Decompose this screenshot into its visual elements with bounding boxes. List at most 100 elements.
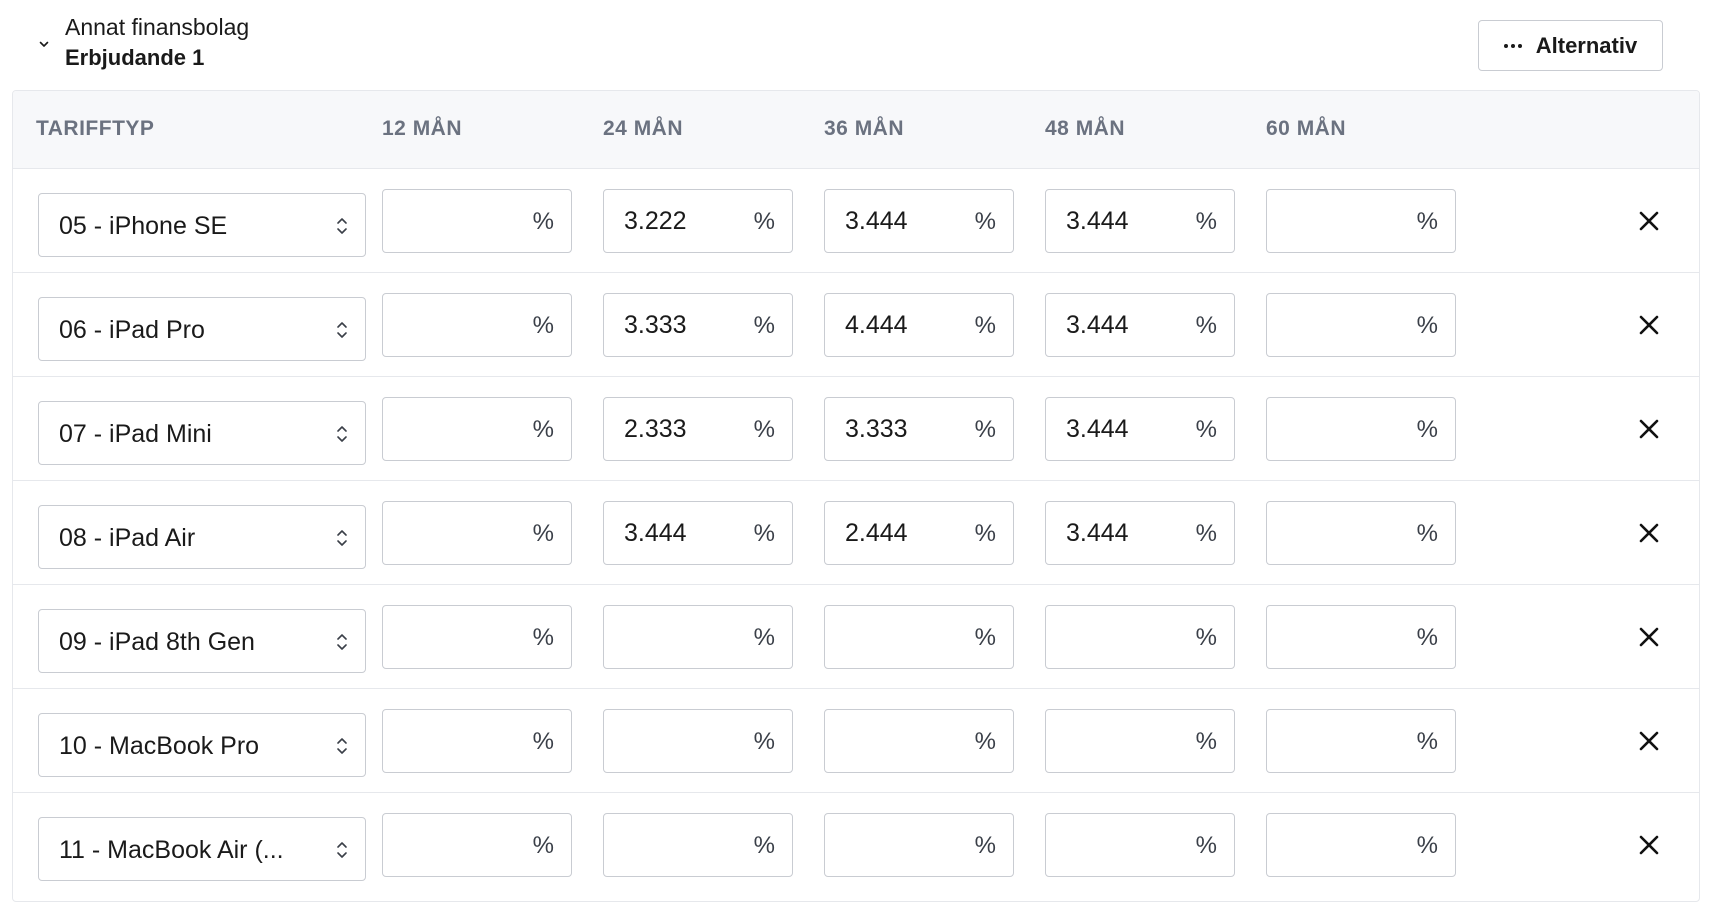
tariff-type-select[interactable]: 05 - iPhone SE bbox=[38, 193, 366, 257]
percent-unit: % bbox=[974, 416, 996, 443]
percent-unit: % bbox=[753, 832, 775, 859]
tariff-type-select[interactable]: 10 - MacBook Pro bbox=[38, 713, 366, 777]
remove-row-button[interactable] bbox=[1633, 621, 1665, 653]
rate-input-36m[interactable]: 3.333% bbox=[824, 397, 1014, 461]
rate-input-48m[interactable]: % bbox=[1045, 813, 1235, 877]
rate-input-24m[interactable]: % bbox=[603, 709, 793, 773]
rate-input-60m[interactable]: % bbox=[1266, 293, 1456, 357]
rate-input-24m[interactable]: 3.444% bbox=[603, 501, 793, 565]
more-horizontal-icon bbox=[1503, 43, 1522, 48]
table-row: 05 - iPhone SE% 3.222% 3.444% 3.444%% bbox=[13, 169, 1699, 273]
percent-unit: % bbox=[974, 624, 996, 651]
rate-input-48m[interactable]: 3.444% bbox=[1045, 293, 1235, 357]
percent-unit: % bbox=[1195, 520, 1217, 547]
rate-value: 3.222 bbox=[624, 207, 687, 235]
rate-value: 3.444 bbox=[1066, 415, 1129, 443]
percent-unit: % bbox=[532, 312, 554, 339]
remove-row-button[interactable] bbox=[1633, 517, 1665, 549]
table-row: 10 - MacBook Pro%%%%% bbox=[13, 689, 1699, 793]
rate-input-48m[interactable]: 3.444% bbox=[1045, 397, 1235, 461]
rate-input-12m[interactable]: % bbox=[382, 293, 572, 357]
rate-input-24m[interactable]: 2.333% bbox=[603, 397, 793, 461]
rate-input-60m[interactable]: % bbox=[1266, 501, 1456, 565]
remove-row-button[interactable] bbox=[1633, 309, 1665, 341]
rate-input-36m[interactable]: % bbox=[824, 709, 1014, 773]
column-header-60m: 60 MÅN bbox=[1266, 117, 1347, 140]
percent-unit: % bbox=[1416, 832, 1438, 859]
rate-input-12m[interactable]: % bbox=[382, 709, 572, 773]
options-button[interactable]: Alternativ bbox=[1478, 20, 1663, 71]
rate-input-24m[interactable]: % bbox=[603, 605, 793, 669]
remove-row-button[interactable] bbox=[1633, 829, 1665, 861]
percent-unit: % bbox=[532, 520, 554, 547]
options-button-label: Alternativ bbox=[1535, 32, 1638, 58]
column-header-48m: 48 MÅN bbox=[1045, 117, 1126, 140]
chevron-up-down-icon bbox=[337, 218, 347, 234]
rate-input-12m[interactable]: % bbox=[382, 501, 572, 565]
rate-value: 3.333 bbox=[845, 415, 908, 443]
tariff-type-select[interactable]: 06 - iPad Pro bbox=[38, 297, 366, 361]
percent-unit: % bbox=[974, 520, 996, 547]
column-header-tariff: TARIFFTYP bbox=[36, 117, 155, 140]
table-row: 09 - iPad 8th Gen%%%%% bbox=[13, 585, 1699, 689]
rate-value: 2.444 bbox=[845, 519, 908, 547]
rate-input-60m[interactable]: % bbox=[1266, 605, 1456, 669]
percent-unit: % bbox=[974, 312, 996, 339]
percent-unit: % bbox=[974, 208, 996, 235]
rate-input-36m[interactable]: 2.444% bbox=[824, 501, 1014, 565]
rate-input-48m[interactable]: % bbox=[1045, 709, 1235, 773]
percent-unit: % bbox=[1195, 312, 1217, 339]
percent-unit: % bbox=[974, 728, 996, 755]
close-icon bbox=[1639, 315, 1659, 335]
table-row: 08 - iPad Air% 3.444% 2.444% 3.444%% bbox=[13, 481, 1699, 585]
rate-input-36m[interactable]: 4.444% bbox=[824, 293, 1014, 357]
tariff-type-select[interactable]: 07 - iPad Mini bbox=[38, 401, 366, 465]
table-row: 07 - iPad Mini% 2.333% 3.333% 3.444%% bbox=[13, 377, 1699, 481]
rate-input-60m[interactable]: % bbox=[1266, 709, 1456, 773]
rate-input-60m[interactable]: % bbox=[1266, 189, 1456, 253]
rate-input-48m[interactable]: 3.444% bbox=[1045, 501, 1235, 565]
rate-input-12m[interactable]: % bbox=[382, 397, 572, 461]
percent-unit: % bbox=[1195, 832, 1217, 859]
rate-input-48m[interactable]: 3.444% bbox=[1045, 189, 1235, 253]
chevron-up-down-icon bbox=[337, 530, 347, 546]
remove-row-button[interactable] bbox=[1633, 725, 1665, 757]
percent-unit: % bbox=[532, 208, 554, 235]
chevron-up-down-icon bbox=[337, 426, 347, 442]
rate-input-48m[interactable]: % bbox=[1045, 605, 1235, 669]
percent-unit: % bbox=[974, 832, 996, 859]
rate-input-24m[interactable]: % bbox=[603, 813, 793, 877]
rate-input-36m[interactable]: % bbox=[824, 605, 1014, 669]
percent-unit: % bbox=[1416, 624, 1438, 651]
column-header-36m: 36 MÅN bbox=[824, 117, 905, 140]
chevron-up-down-icon bbox=[337, 322, 347, 338]
rate-input-60m[interactable]: % bbox=[1266, 813, 1456, 877]
rate-input-12m[interactable]: % bbox=[382, 813, 572, 877]
collapse-toggle[interactable] bbox=[36, 36, 52, 52]
close-icon bbox=[1639, 419, 1659, 439]
table-header: TARIFFTYP 12 MÅN 24 MÅN 36 MÅN 48 MÅN 60… bbox=[13, 91, 1699, 169]
rate-input-60m[interactable]: % bbox=[1266, 397, 1456, 461]
remove-row-button[interactable] bbox=[1633, 205, 1665, 237]
tariff-type-value: 06 - iPad Pro bbox=[59, 316, 205, 344]
rate-input-24m[interactable]: 3.333% bbox=[603, 293, 793, 357]
rate-input-12m[interactable]: % bbox=[382, 189, 572, 253]
percent-unit: % bbox=[753, 312, 775, 339]
remove-row-button[interactable] bbox=[1633, 413, 1665, 445]
tariff-type-value: 09 - iPad 8th Gen bbox=[59, 628, 255, 656]
column-header-12m: 12 MÅN bbox=[382, 117, 463, 140]
table-row: 11 - MacBook Air (...%%%%% bbox=[13, 793, 1699, 897]
offer-header: Annat finansbolag Erbjudande 1 Alternati… bbox=[0, 0, 1710, 88]
tariff-type-value: 10 - MacBook Pro bbox=[59, 732, 260, 760]
close-icon bbox=[1639, 523, 1659, 543]
close-icon bbox=[1639, 211, 1659, 231]
close-icon bbox=[1639, 835, 1659, 855]
percent-unit: % bbox=[1195, 624, 1217, 651]
rate-input-36m[interactable]: 3.444% bbox=[824, 189, 1014, 253]
tariff-type-select[interactable]: 08 - iPad Air bbox=[38, 505, 366, 569]
rate-input-12m[interactable]: % bbox=[382, 605, 572, 669]
tariff-type-select[interactable]: 09 - iPad 8th Gen bbox=[38, 609, 366, 673]
rate-input-24m[interactable]: 3.222% bbox=[603, 189, 793, 253]
rate-input-36m[interactable]: % bbox=[824, 813, 1014, 877]
tariff-type-select[interactable]: 11 - MacBook Air (... bbox=[38, 817, 366, 881]
